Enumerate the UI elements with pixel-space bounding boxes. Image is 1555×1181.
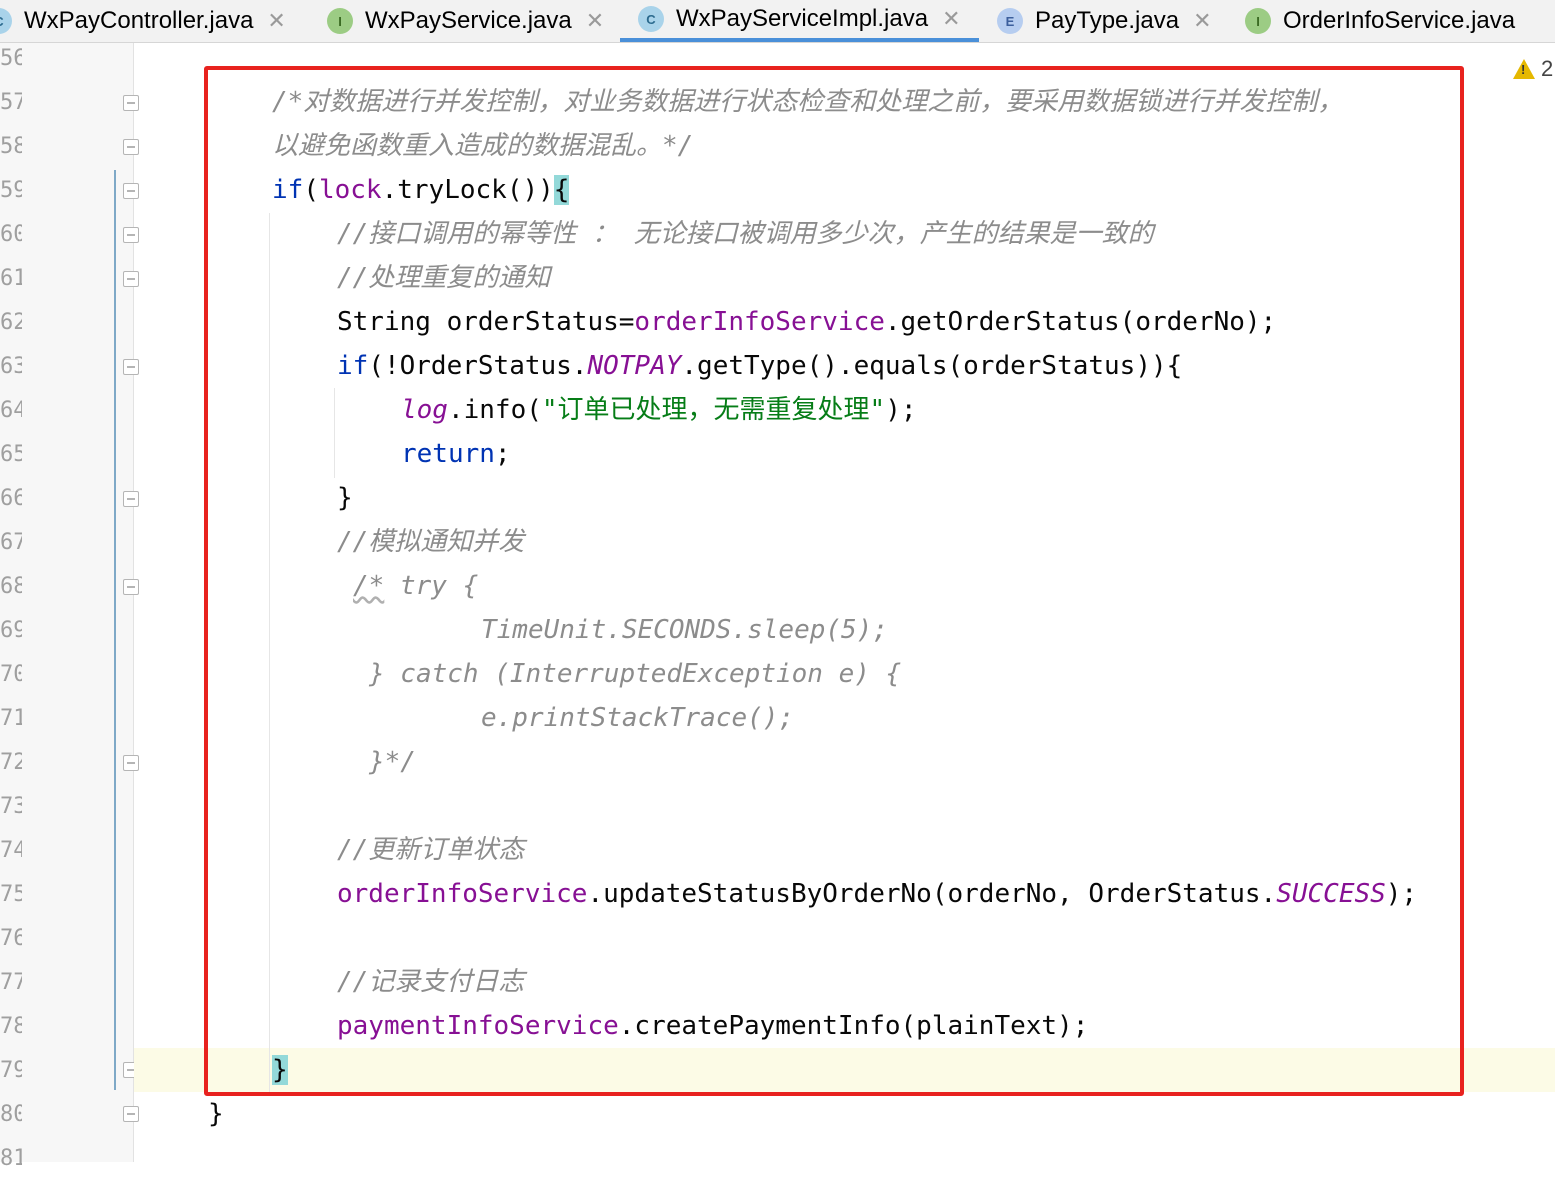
line-number[interactable]: 80	[0, 1093, 22, 1137]
tab-wxpayserviceimpl[interactable]: C WxPayServiceImpl.java ✕	[620, 0, 979, 42]
line-number[interactable]: 75	[0, 873, 22, 917]
line-number[interactable]: 60	[0, 213, 22, 257]
warning-icon	[1513, 59, 1535, 79]
line-number[interactable]: 63	[0, 345, 22, 389]
editor-tab-bar: C WxPayController.java ✕ I WxPayService.…	[0, 0, 1555, 43]
close-icon[interactable]: ✕	[586, 8, 604, 34]
line-number[interactable]: 74	[0, 829, 22, 873]
line-number[interactable]: 57	[0, 81, 22, 125]
line-number[interactable]: 66	[0, 477, 22, 521]
line-number[interactable]: 58	[0, 125, 22, 169]
highlight-box	[204, 66, 1464, 1096]
tab-wxpayservice[interactable]: I WxPayService.java ✕	[327, 0, 604, 42]
tab-label: WxPayController.java	[24, 7, 254, 34]
line-number[interactable]: 72	[0, 741, 22, 785]
enum-icon: E	[997, 8, 1023, 34]
interface-icon: I	[327, 8, 353, 34]
tab-label: PayType.java	[1035, 7, 1180, 34]
close-icon[interactable]: ✕	[1193, 8, 1211, 34]
code-line: }	[208, 1099, 224, 1129]
line-number[interactable]: 61	[0, 257, 22, 301]
tab-label: OrderInfoService.java	[1283, 7, 1516, 34]
tab-orderinfoservice[interactable]: I OrderInfoService.java	[1245, 0, 1515, 42]
class-icon: C	[638, 6, 664, 32]
close-icon[interactable]: ✕	[267, 8, 285, 34]
line-number[interactable]: 64	[0, 389, 22, 433]
tab-label: WxPayServiceImpl.java	[676, 5, 929, 32]
line-number[interactable]: 59	[0, 169, 22, 213]
line-number[interactable]: 65	[0, 433, 22, 477]
class-icon: C	[0, 8, 12, 34]
tab-wxpaycontroller[interactable]: C WxPayController.java ✕	[0, 0, 286, 42]
line-number[interactable]: 67	[0, 521, 22, 565]
line-number[interactable]: 76	[0, 917, 22, 961]
tab-paytype[interactable]: E PayType.java ✕	[997, 0, 1212, 42]
line-number[interactable]: 78	[0, 1005, 22, 1049]
line-number[interactable]: 70	[0, 653, 22, 697]
vcs-change-marker[interactable]	[114, 170, 116, 1090]
line-number[interactable]: 73	[0, 785, 22, 829]
line-number[interactable]: 77	[0, 961, 22, 1005]
line-number[interactable]: 68	[0, 565, 22, 609]
line-number[interactable]: 56	[0, 37, 22, 81]
tab-label: WxPayService.java	[365, 7, 572, 34]
line-number[interactable]: 81	[0, 1137, 22, 1181]
line-number[interactable]: 69	[0, 609, 22, 653]
interface-icon: I	[1245, 8, 1271, 34]
line-number[interactable]: 71	[0, 697, 22, 741]
inspection-warnings[interactable]: 2	[1513, 56, 1553, 82]
line-number[interactable]: 79	[0, 1049, 22, 1093]
line-number[interactable]: 62	[0, 301, 22, 345]
close-icon[interactable]: ✕	[942, 6, 960, 32]
